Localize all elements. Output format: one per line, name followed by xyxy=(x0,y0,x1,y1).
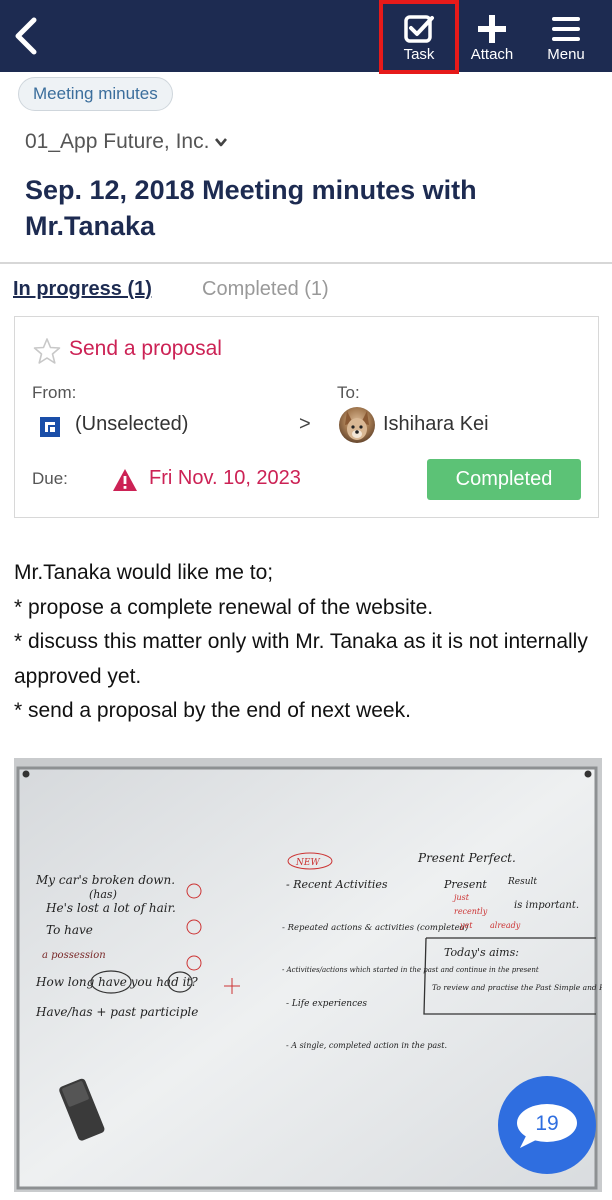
wb-right-note: Today's aims: xyxy=(444,946,519,959)
top-bar: Task Attach Menu xyxy=(0,0,612,74)
unselected-user-icon xyxy=(40,417,60,437)
wb-left-note: My car's broken down. xyxy=(35,873,175,887)
wb-right-note: To review and practise the Past Simple a… xyxy=(432,983,602,992)
wb-middle-note: - Life experiences xyxy=(286,999,367,1009)
menu-label: Menu xyxy=(547,46,585,63)
from-label: From: xyxy=(32,383,77,402)
tab-in-progress[interactable]: In progress (1) xyxy=(13,278,152,301)
completed-button[interactable]: Completed xyxy=(427,459,581,500)
to-value: Ishihara Kei xyxy=(383,413,489,435)
company-name: 01_App Future, Inc. xyxy=(25,130,210,153)
body-line: * discuss this matter only with Mr. Tana… xyxy=(14,630,588,688)
task-button-highlight xyxy=(379,0,459,74)
attach-button[interactable]: Attach xyxy=(456,0,528,72)
due-date: Fri Nov. 10, 2023 xyxy=(149,467,301,489)
avatar xyxy=(339,407,375,443)
wb-left-note: Have/has + past participle xyxy=(35,1005,198,1019)
comment-count: 19 xyxy=(535,1112,559,1135)
wb-middle-note: - Recent Activities xyxy=(286,878,388,891)
wb-right-note: recently xyxy=(454,907,488,916)
task-card[interactable]: Send a proposal From: To: (Unselected) >… xyxy=(14,316,599,518)
wb-left-note: a possession xyxy=(42,950,106,961)
tab-completed[interactable]: Completed (1) xyxy=(202,278,329,301)
chevron-down-icon xyxy=(215,138,228,147)
task-title: Send a proposal xyxy=(69,337,222,360)
attach-label: Attach xyxy=(470,46,514,63)
chevron-left-icon xyxy=(15,17,37,55)
body-line: Mr.Tanaka would like me to; xyxy=(14,561,274,584)
wb-left-note: To have xyxy=(46,923,93,937)
body-line: * propose a complete renewal of the webs… xyxy=(14,595,434,619)
wb-right-note: Present Perfect. xyxy=(417,851,516,865)
wb-left-note: How long have you had it? xyxy=(35,975,198,989)
menu-button[interactable]: Menu xyxy=(530,0,602,72)
minutes-body: Mr.Tanaka would like me to; * propose a … xyxy=(14,556,604,729)
wb-middle-note: - Activities/actions which started in th… xyxy=(282,966,539,974)
wb-right-note: just xyxy=(452,893,470,902)
dog-avatar-icon xyxy=(345,411,369,440)
comments-button[interactable]: 19 xyxy=(498,1076,596,1174)
wb-middle-note: - Repeated actions & activities (complet… xyxy=(282,922,468,933)
to-label: To: xyxy=(337,383,360,402)
wb-right-note: is important. xyxy=(514,900,579,911)
wb-right-note: already xyxy=(490,921,521,930)
from-value: (Unselected) xyxy=(75,413,189,435)
assign-arrow: > xyxy=(299,413,311,435)
due-label: Due: xyxy=(32,469,68,488)
company-selector[interactable]: 01_App Future, Inc. xyxy=(25,130,228,154)
wb-right-note: Present xyxy=(443,878,487,891)
wb-middle-note: - A single, completed action in the past… xyxy=(286,1041,447,1050)
plus-icon xyxy=(478,15,506,43)
back-button[interactable] xyxy=(8,12,48,60)
category-tag[interactable]: Meeting minutes xyxy=(18,77,173,111)
wb-middle-note: NEW xyxy=(295,858,320,868)
warning-icon xyxy=(113,469,137,491)
wb-left-note: He's lost a lot of hair. xyxy=(45,901,176,915)
wb-left-note: (has) xyxy=(89,888,117,901)
body-line: * send a proposal by the end of next wee… xyxy=(14,699,411,722)
page-title: Sep. 12, 2018 Meeting minutes with Mr.Ta… xyxy=(25,175,477,241)
hamburger-icon xyxy=(552,17,580,41)
wb-right-note: yet xyxy=(459,921,473,930)
star-icon[interactable] xyxy=(33,337,61,365)
divider xyxy=(0,262,612,264)
wb-right-note: Result xyxy=(507,877,537,887)
